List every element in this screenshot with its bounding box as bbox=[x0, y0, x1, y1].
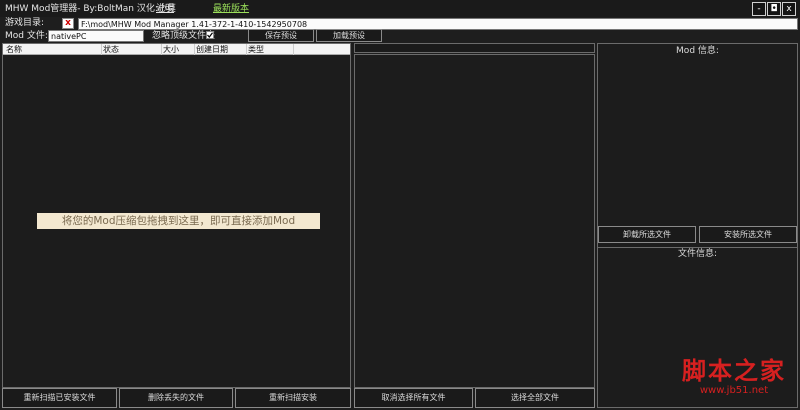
watermark-logo: 脚本之家 www.jb51.net bbox=[670, 357, 798, 409]
check-icon bbox=[207, 32, 213, 38]
mod-info-title: Mod 信息: bbox=[676, 46, 719, 56]
watermark-text: 脚本之家 bbox=[682, 356, 786, 385]
install-selected-button[interactable]: 安装所选文件 bbox=[699, 226, 797, 243]
mod-file-input[interactable]: nativePC bbox=[48, 30, 144, 42]
load-preset-button[interactable]: 加载预设 bbox=[316, 29, 382, 42]
save-preset-button[interactable]: 保存预设 bbox=[248, 29, 314, 42]
mod-table-header: 名称 状态 大小 创建日期 类型 bbox=[3, 44, 350, 55]
ignore-top-folder-checkbox[interactable] bbox=[206, 31, 214, 39]
column-size[interactable]: 大小 bbox=[163, 45, 179, 55]
file-info-title: 文件信息: bbox=[677, 249, 718, 259]
mod-list-panel[interactable]: 名称 状态 大小 创建日期 类型 将您的Mod压缩包拖拽到这里，即可直接添加Mo… bbox=[2, 43, 351, 388]
drop-hint: 将您的Mod压缩包拖拽到这里，即可直接添加Mod bbox=[37, 213, 320, 229]
column-type[interactable]: 类型 bbox=[248, 45, 264, 55]
column-divider bbox=[161, 44, 162, 55]
column-name[interactable]: 名称 bbox=[6, 45, 22, 55]
select-all-button[interactable]: 选择全部文件 bbox=[475, 388, 595, 408]
restore-button[interactable]: ◘ bbox=[767, 2, 781, 16]
column-divider bbox=[101, 44, 102, 55]
file-tree-panel[interactable] bbox=[354, 54, 595, 388]
column-divider bbox=[293, 44, 294, 55]
delete-missing-button[interactable]: 删除丢失的文件 bbox=[119, 388, 233, 408]
rescan-install-button[interactable]: 重新扫描安装 bbox=[235, 388, 351, 408]
window-title: MHW Mod管理器- By:BoltMan 汉化:小莫 bbox=[5, 4, 176, 14]
title-bar: MHW Mod管理器- By:BoltMan 汉化:小莫 说明 最新版本 - ◘… bbox=[0, 0, 800, 17]
close-button[interactable]: x bbox=[782, 2, 796, 16]
close-icon: x bbox=[65, 18, 71, 28]
uninstall-selected-button[interactable]: 卸载所选文件 bbox=[598, 226, 696, 243]
column-divider bbox=[194, 44, 195, 55]
clear-game-dir-button[interactable]: x bbox=[62, 18, 74, 29]
deselect-all-button[interactable]: 取消选择所有文件 bbox=[354, 388, 473, 408]
rescan-installed-button[interactable]: 重新扫描已安装文件 bbox=[2, 388, 117, 408]
latest-version-link[interactable]: 最新版本 bbox=[213, 3, 249, 15]
column-status[interactable]: 状态 bbox=[103, 45, 119, 55]
game-dir-input[interactable]: F:\mod\MHW Mod Manager 1.41-372-1-410-15… bbox=[78, 18, 798, 30]
mod-info-panel: Mod 信息: bbox=[597, 43, 798, 248]
game-dir-label: 游戏目录: bbox=[5, 18, 45, 28]
minimize-button[interactable]: - bbox=[752, 2, 766, 16]
column-created-date[interactable]: 创建日期 bbox=[196, 45, 228, 55]
file-tree-header bbox=[354, 43, 595, 53]
mod-file-label: Mod 文件: bbox=[5, 31, 48, 41]
watermark-url: www.jb51.net bbox=[699, 385, 769, 396]
column-divider bbox=[246, 44, 247, 55]
help-link[interactable]: 说明 bbox=[156, 3, 174, 15]
